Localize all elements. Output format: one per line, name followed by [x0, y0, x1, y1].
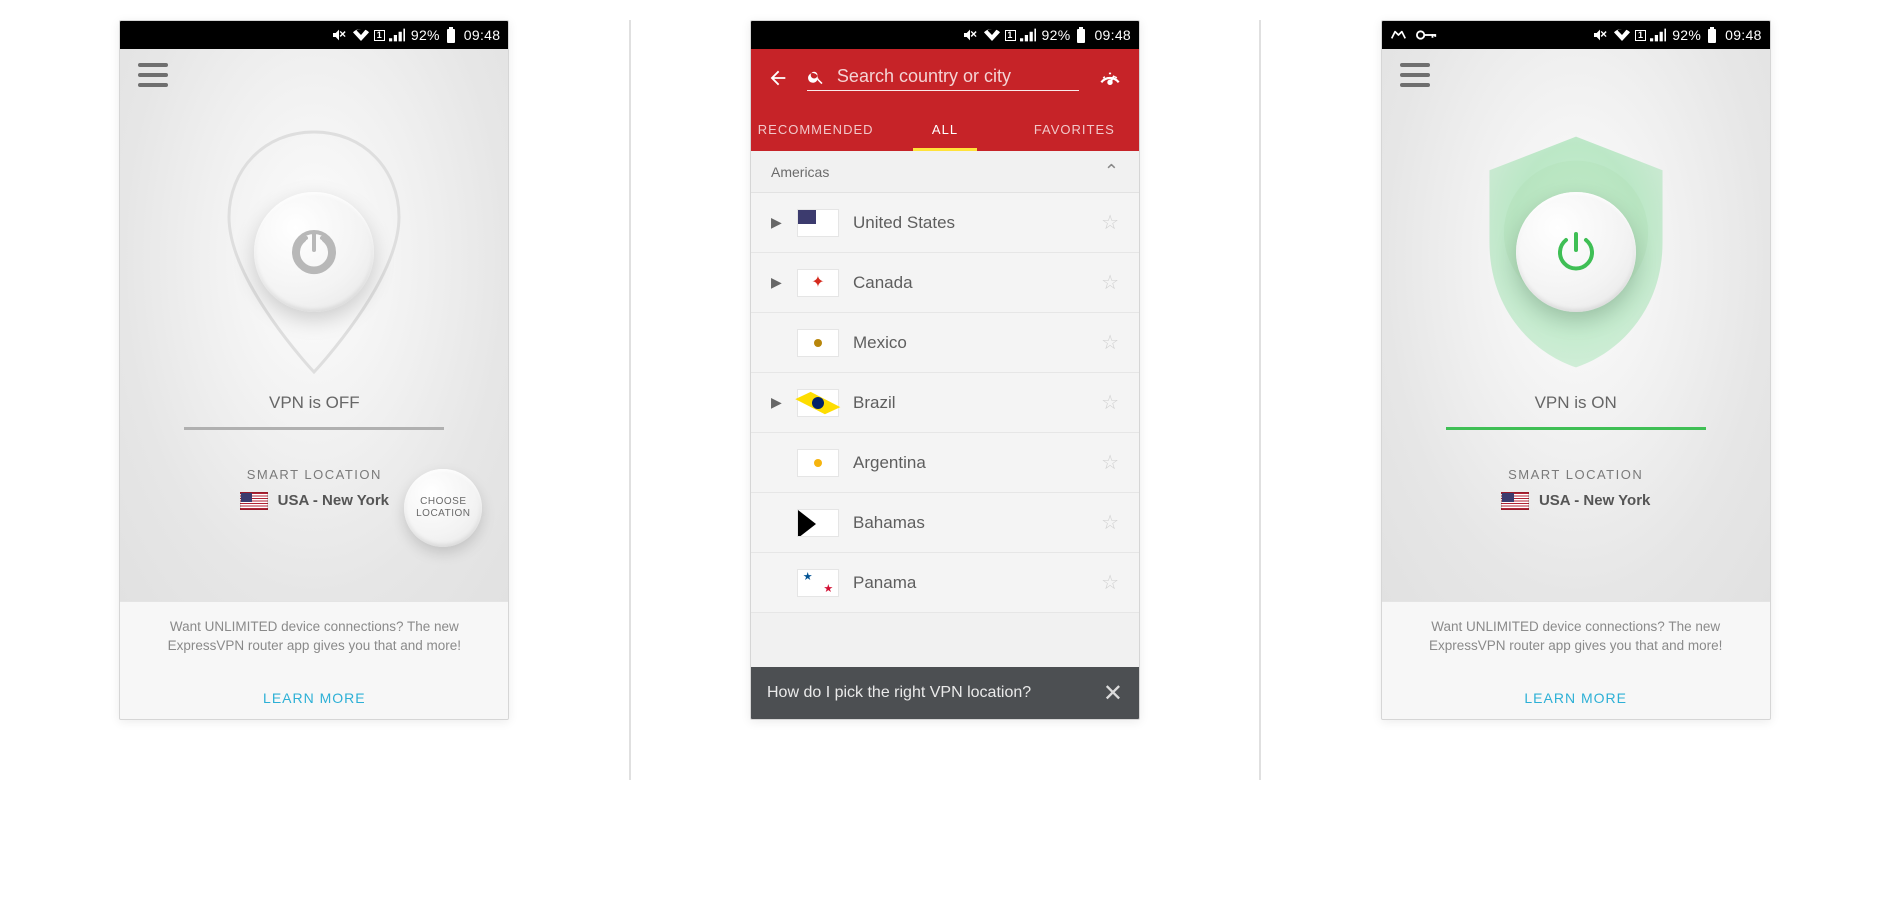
location-name: USA - New York — [1539, 492, 1650, 509]
phone-screen-vpn-off: 1 92% 09:48 — [119, 20, 509, 720]
mute-icon — [330, 27, 348, 43]
clock: 09:48 — [464, 27, 501, 43]
choose-location-label: CHOOSE LOCATION — [404, 496, 482, 520]
battery-percent: 92% — [1672, 27, 1701, 43]
wifi-warn-icon — [983, 27, 1001, 43]
country-name: Brazil — [853, 393, 1087, 413]
chevron-up-icon: ⌃ — [1104, 161, 1119, 182]
vpn-status-text: VPN is OFF — [120, 393, 508, 413]
search-field[interactable] — [807, 65, 1079, 91]
help-tip-bar[interactable]: How do I pick the right VPN location? ✕ — [751, 667, 1139, 719]
location-name: USA - New York — [278, 492, 389, 509]
region-name: Americas — [771, 164, 829, 180]
clock: 09:48 — [1725, 27, 1762, 43]
flag-icon — [797, 509, 839, 537]
close-icon[interactable]: ✕ — [1103, 679, 1123, 708]
flag-icon — [797, 449, 839, 477]
learn-more-link[interactable]: LEARN MORE — [142, 689, 486, 709]
favorite-star-icon[interactable]: ☆ — [1101, 570, 1119, 595]
country-row[interactable]: ▶Bahamas☆ — [751, 493, 1139, 553]
promo-text: Want UNLIMITED device connections? The n… — [1404, 618, 1748, 656]
battery-percent: 92% — [1042, 27, 1071, 43]
help-tip-text: How do I pick the right VPN location? — [767, 684, 1031, 702]
mute-icon — [961, 27, 979, 43]
country-name: Panama — [853, 573, 1087, 593]
country-row[interactable]: ▶ Brazil ☆ — [751, 373, 1139, 433]
current-location[interactable]: USA - New York — [1382, 492, 1770, 510]
choose-location-button[interactable]: CHOOSE LOCATION — [404, 469, 482, 547]
vpn-app-icon — [1390, 29, 1412, 41]
vpn-status-text: VPN is ON — [1382, 393, 1770, 413]
vpn-status-divider — [184, 427, 444, 430]
mute-icon — [1591, 27, 1609, 43]
clock: 09:48 — [1094, 27, 1131, 43]
phone-screen-locations: 1 92% 09:48 — [750, 20, 1140, 720]
connect-button[interactable] — [254, 192, 374, 312]
tab-all[interactable]: ALL — [880, 107, 1009, 151]
battery-percent: 92% — [411, 27, 440, 43]
learn-more-link[interactable]: LEARN MORE — [1404, 689, 1748, 709]
menu-button[interactable] — [1400, 63, 1430, 87]
country-row[interactable]: ▶Panama☆ — [751, 553, 1139, 613]
expand-icon[interactable]: ▶ — [771, 274, 783, 291]
favorite-star-icon[interactable]: ☆ — [1101, 510, 1119, 535]
signal-icon — [1020, 28, 1036, 42]
country-row[interactable]: ▶Argentina☆ — [751, 433, 1139, 493]
country-row[interactable]: ▶Mexico☆ — [751, 313, 1139, 373]
favorite-star-icon[interactable]: ☆ — [1101, 390, 1119, 415]
flag-icon — [797, 329, 839, 357]
wifi-warn-icon — [352, 27, 370, 43]
country-name: Argentina — [853, 453, 1087, 473]
back-button[interactable] — [767, 67, 789, 89]
country-name: Mexico — [853, 333, 1087, 353]
flag-icon — [797, 569, 839, 597]
wifi-warn-icon — [1613, 27, 1631, 43]
location-list[interactable]: Americas ⌃ ▶ United States ☆ ▶ Canada ☆ ▶ Mexic… — [751, 151, 1139, 667]
vpn-key-icon — [1416, 29, 1438, 41]
region-header[interactable]: Americas ⌃ — [751, 151, 1139, 193]
country-row[interactable]: ▶ Canada ☆ — [751, 253, 1139, 313]
flag-icon — [797, 269, 839, 297]
vpn-status-divider — [1446, 427, 1706, 430]
battery-icon — [446, 27, 456, 43]
menu-button[interactable] — [138, 63, 168, 87]
flag-icon — [797, 209, 839, 237]
android-status-bar: 1 92% 09:48 — [120, 21, 508, 49]
battery-icon — [1076, 27, 1086, 43]
battery-icon — [1707, 27, 1717, 43]
signal-icon — [1650, 28, 1666, 42]
signal-icon — [389, 28, 405, 42]
phone-screen-vpn-on: 1 92% 09:48 — [1381, 20, 1771, 720]
country-row[interactable]: ▶ United States ☆ — [751, 193, 1139, 253]
search-icon — [807, 67, 825, 87]
tab-recommended[interactable]: RECOMMENDED — [751, 107, 880, 151]
expand-icon[interactable]: ▶ — [771, 394, 783, 411]
android-status-bar: 1 92% 09:48 — [1382, 21, 1770, 49]
search-input[interactable] — [835, 65, 1079, 88]
expand-icon[interactable]: ▶ — [771, 214, 783, 231]
flag-icon — [240, 492, 268, 510]
android-status-bar: 1 92% 09:48 — [751, 21, 1139, 49]
favorite-star-icon[interactable]: ☆ — [1101, 270, 1119, 295]
connect-button[interactable] — [1516, 192, 1636, 312]
favorite-star-icon[interactable]: ☆ — [1101, 210, 1119, 235]
speed-test-button[interactable] — [1097, 65, 1123, 91]
favorite-star-icon[interactable]: ☆ — [1101, 450, 1119, 475]
flag-icon — [797, 389, 839, 417]
tab-favorites[interactable]: FAVORITES — [1010, 107, 1139, 151]
country-name: Bahamas — [853, 513, 1087, 533]
country-name: United States — [853, 213, 1087, 233]
promo-text: Want UNLIMITED device connections? The n… — [142, 618, 486, 656]
flag-icon — [1501, 492, 1529, 510]
smart-location-label: SMART LOCATION — [1382, 467, 1770, 482]
country-name: Canada — [853, 273, 1087, 293]
favorite-star-icon[interactable]: ☆ — [1101, 330, 1119, 355]
